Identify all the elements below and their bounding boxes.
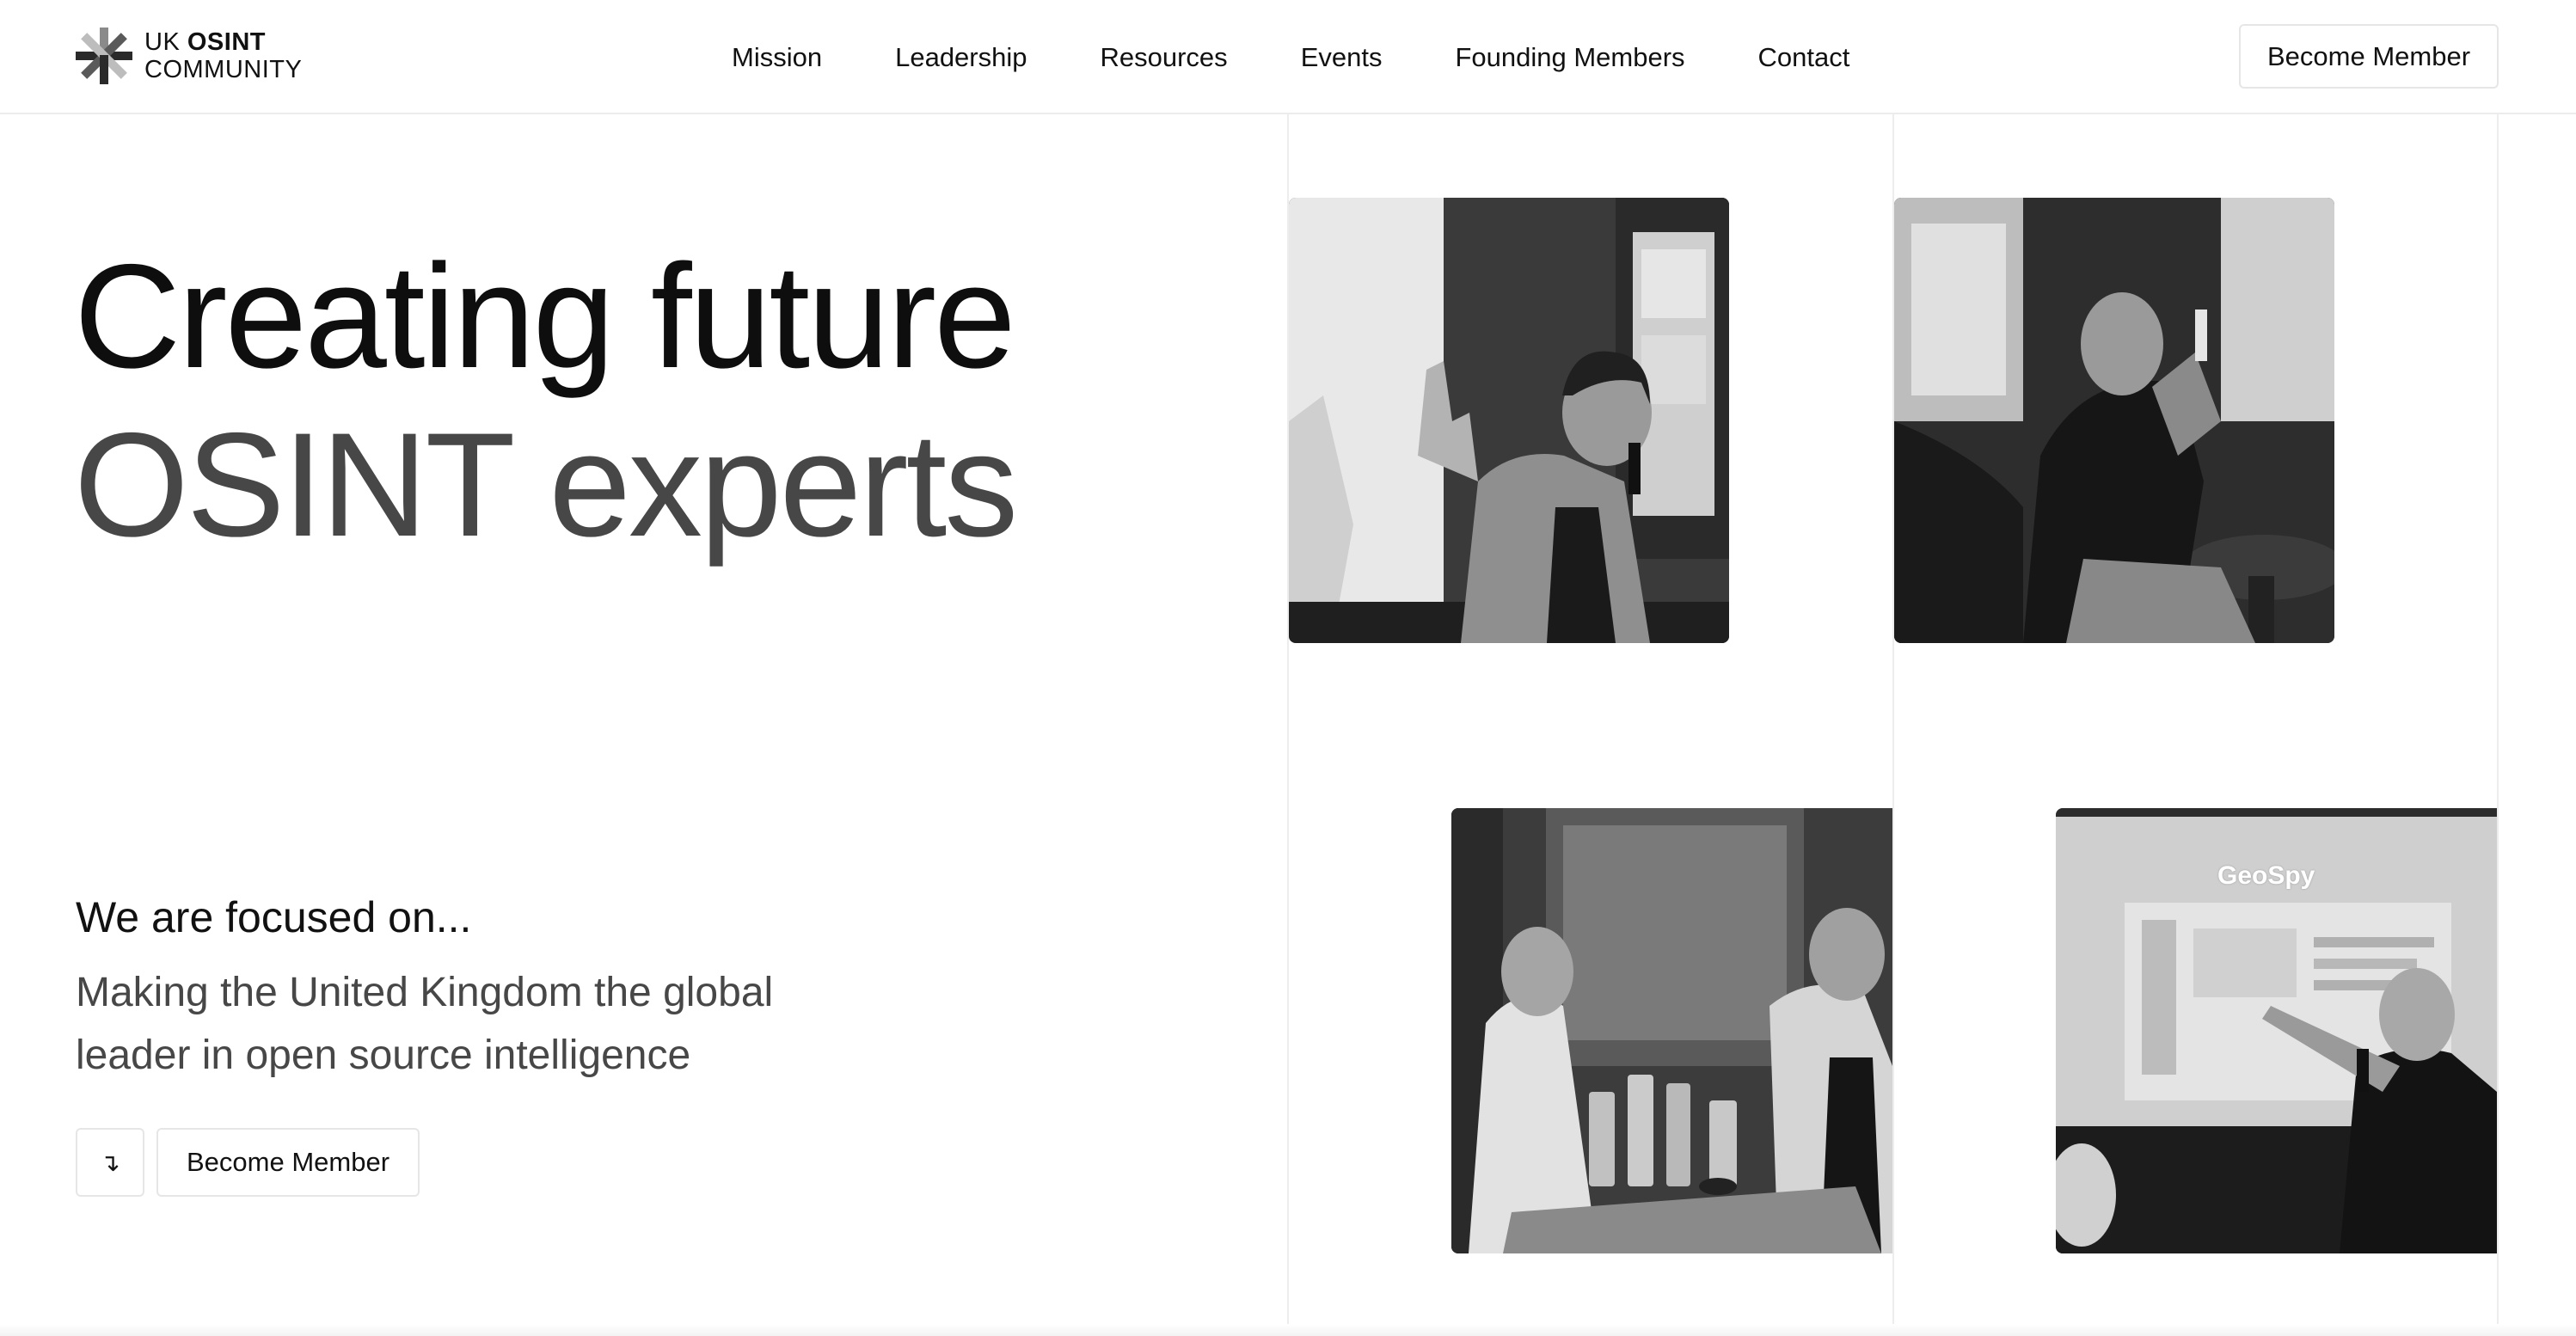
photo-table-conversation-image	[1451, 808, 1892, 1253]
photo-man-drinking	[1894, 198, 2334, 643]
logo-text: UK OSINT COMMUNITY	[144, 28, 302, 83]
page: UK OSINT COMMUNITY Mission Leadership Re…	[0, 0, 2576, 1336]
header-become-member-button[interactable]: Become Member	[2239, 24, 2499, 89]
site-header: UK OSINT COMMUNITY Mission Leadership Re…	[0, 0, 2576, 114]
photo-table-conversation	[1451, 808, 1892, 1253]
photo-speaker-image	[1289, 198, 1729, 643]
photo-speaker	[1289, 198, 1729, 643]
logo-community: COMMUNITY	[144, 56, 303, 83]
nav-resources[interactable]: Resources	[1101, 42, 1228, 73]
arrow-down-right-icon: ↴	[100, 1149, 120, 1176]
grid-line	[2497, 114, 2499, 1336]
photo-man-drinking-image	[1894, 198, 2334, 643]
nav-founding-members[interactable]: Founding Members	[1455, 42, 1684, 73]
hero-cta-row: ↴ Become Member	[76, 1128, 420, 1197]
arrow-button[interactable]: ↴	[76, 1128, 144, 1197]
nav-contact[interactable]: Contact	[1758, 42, 1850, 73]
nav-events[interactable]: Events	[1301, 42, 1383, 73]
focus-text: Making the United Kingdom the global lea…	[76, 970, 774, 1078]
main-nav: Mission Leadership Resources Events Foun…	[732, 0, 1849, 114]
logo-uk: UK	[144, 28, 181, 56]
hero-title-line2: OSINT experts	[74, 402, 1018, 567]
photo-geospy-presentation: GeoSpy	[2056, 808, 2497, 1253]
logo[interactable]: UK OSINT COMMUNITY	[74, 26, 302, 86]
nav-leadership[interactable]: Leadership	[895, 42, 1027, 73]
page-bottom-edge	[0, 1324, 2576, 1336]
focus-label: We are focused on...	[76, 893, 472, 941]
hero-title-line1: Creating future	[74, 234, 1016, 399]
hero-title: Creating future OSINT experts	[74, 232, 1018, 569]
hero-become-member-button[interactable]: Become Member	[156, 1128, 420, 1197]
logo-osint: OSINT	[187, 28, 266, 56]
logo-asterisk-icon	[76, 28, 132, 84]
nav-mission[interactable]: Mission	[732, 42, 822, 73]
geospy-screen-title: GeoSpy	[2217, 861, 2315, 890]
